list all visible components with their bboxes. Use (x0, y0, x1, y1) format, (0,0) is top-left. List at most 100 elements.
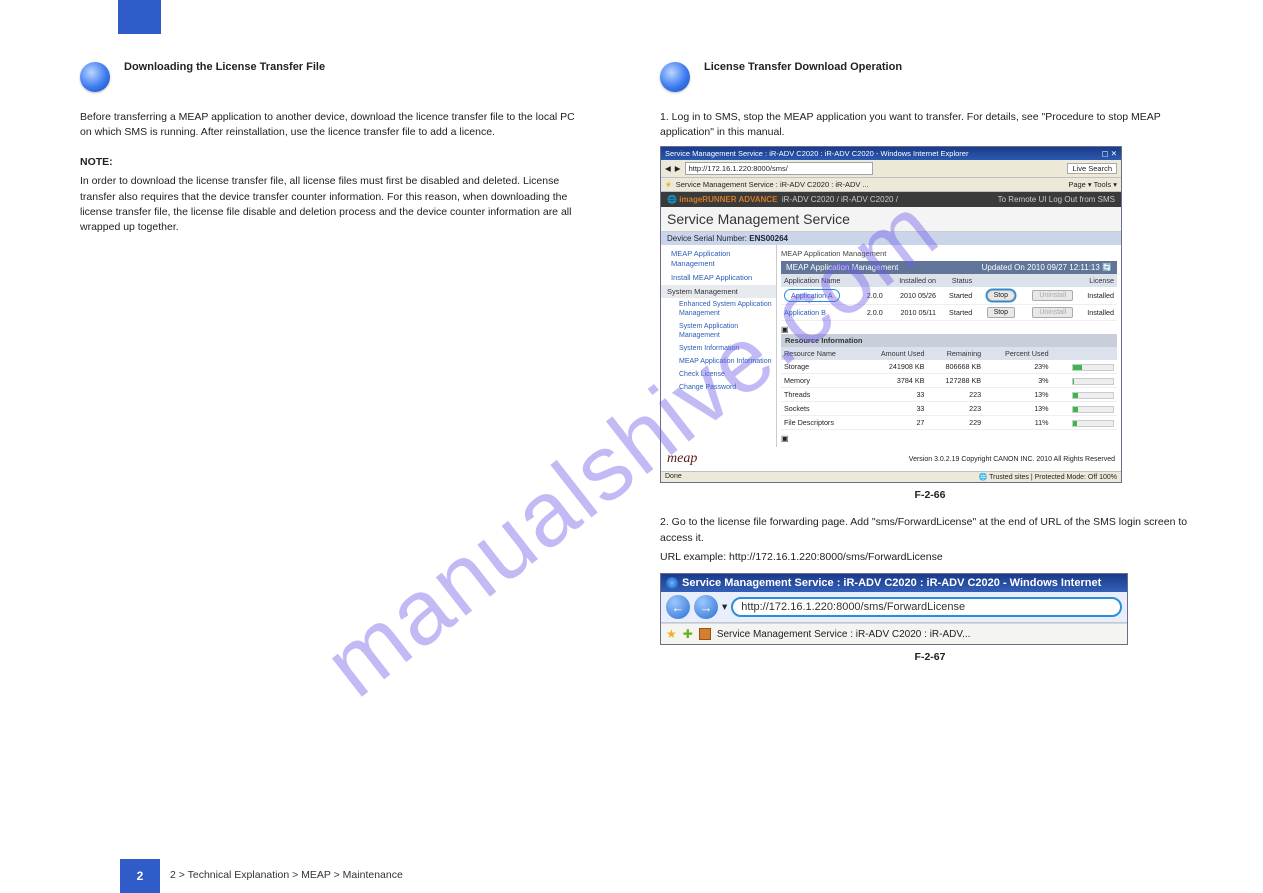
table-row: Application A 2.0.0 2010 05/26 Started S… (781, 287, 1117, 305)
sidebar-item-enhanced[interactable]: Enhanced System Application Management (661, 298, 776, 320)
sidebar-heading-sysmgmt: System Management (661, 285, 776, 298)
sms-page-header: Service Management Service (661, 207, 1121, 232)
page-number-badge: 2 (120, 859, 160, 893)
sms-updated-on: Updated On 2010 09/27 12:11:13 🔄 (982, 263, 1112, 272)
res-name: File Descriptors (781, 416, 860, 430)
bullet-icon (660, 62, 690, 92)
app-license: Installed (1076, 305, 1117, 321)
sms-address-bar[interactable]: http://172.16.1.220:8000/sms/ (685, 162, 873, 175)
col-installed-on: Installed on (886, 274, 939, 287)
section-title-download: Downloading the License Transfer File (124, 60, 580, 75)
left-note-body: In order to download the license transfe… (80, 174, 580, 235)
res-pct: 3% (984, 374, 1052, 388)
table-row: Threads3322313% (781, 388, 1117, 402)
res-remain: 229 (927, 416, 984, 430)
col-status: Status (939, 274, 975, 287)
res-name: Memory (781, 374, 860, 388)
sms-sidebar: MEAP Application Management Install MEAP… (661, 245, 777, 447)
table-row: Application B 2.0.0 2010 05/11 Started S… (781, 305, 1117, 321)
uninstall-button: Uninstall (1032, 307, 1073, 318)
app-license: Installed (1076, 287, 1117, 305)
col-pct: Percent Used (984, 347, 1052, 360)
ie-toolbar-links[interactable]: Page ▾ Tools ▾ (1068, 180, 1117, 189)
app-link-a[interactable]: Application A (784, 289, 840, 302)
sms-tab[interactable]: Service Management Service : iR-ADV C202… (676, 180, 869, 189)
figure-label-1: F-2-66 (915, 489, 946, 501)
res-remain: 223 (927, 402, 984, 416)
app-ver: 2.0.0 (858, 287, 885, 305)
device-label: iR-ADV C2020 / iR-ADV C2020 / (782, 195, 898, 204)
add-favorite-icon[interactable]: ✚ (683, 627, 693, 641)
sidebar-item-sysapp[interactable]: System Application Management (661, 320, 776, 342)
right-step-2: 2. Go to the license file forwarding pag… (660, 515, 1200, 545)
sidebar-item-changepw[interactable]: Change Password (661, 381, 776, 394)
res-used: 33 (860, 402, 928, 416)
res-remain: 127288 KB (927, 374, 984, 388)
search-box[interactable]: Live Search (1067, 163, 1117, 174)
res-name: Sockets (781, 402, 860, 416)
res-pct: 13% (984, 402, 1052, 416)
bullet-icon (80, 62, 110, 92)
col-used: Amount Used (860, 347, 928, 360)
serial-number: ENS00264 (749, 234, 788, 243)
stop-button[interactable]: Stop (987, 290, 1015, 301)
table-row: File Descriptors2722911% (781, 416, 1117, 430)
app-link-b[interactable]: Application B (784, 308, 826, 317)
browser-screenshot: Service Management Service : iR-ADV C202… (660, 573, 1128, 645)
browser-tab-label[interactable]: Service Management Service : iR-ADV C202… (717, 629, 971, 640)
stop-button[interactable]: Stop (987, 307, 1015, 318)
footer-breadcrumb: 2 > Technical Explanation > MEAP > Maint… (170, 869, 403, 881)
app-status: Started (939, 287, 975, 305)
window-controls[interactable]: ▢ ✕ (1102, 149, 1117, 158)
res-remain: 223 (927, 388, 984, 402)
left-paragraph-1: Before transferring a MEAP application t… (80, 110, 580, 140)
nav-back-icon[interactable]: ◀ (665, 164, 671, 173)
note-heading: NOTE: (80, 156, 580, 168)
sms-breadcrumb: MEAP Application Management (781, 249, 1117, 258)
table-row: Memory3784 KB127288 KB3% (781, 374, 1117, 388)
section-title-operation: License Transfer Download Operation (704, 60, 1200, 75)
uninstall-button: Uninstall (1032, 290, 1073, 301)
nav-forward-button[interactable]: → (694, 595, 718, 619)
nav-forward-icon[interactable]: ▶ (675, 164, 681, 173)
sms-screenshot: Service Management Service : iR-ADV C202… (660, 146, 1122, 483)
col-license: License (1076, 274, 1117, 287)
col-remain: Remaining (927, 347, 984, 360)
favorites-star-icon[interactable]: ★ (666, 627, 677, 641)
col-resource: Resource Name (781, 347, 860, 360)
status-zone: 🌐 Trusted sites | Protected Mode: Off 10… (979, 473, 1117, 481)
table-row: Sockets3322313% (781, 402, 1117, 416)
res-name: Threads (781, 388, 860, 402)
res-used: 27 (860, 416, 928, 430)
sms-window-titlebar: Service Management Service : iR-ADV C202… (661, 147, 1121, 160)
sidebar-item-checklicense[interactable]: Check License (661, 368, 776, 381)
sidebar-item-meapinfo[interactable]: MEAP Application Information (661, 355, 776, 368)
sidebar-item-sysinfo[interactable]: System Information (661, 342, 776, 355)
res-used: 3784 KB (860, 374, 928, 388)
meap-logo: meap (667, 451, 697, 467)
right-step-1: 1. Log in to SMS, stop the MEAP applicat… (660, 110, 1200, 140)
table-row: Storage241908 KB806668 KB23% (781, 360, 1117, 374)
status-done: Done (665, 473, 682, 481)
res-name: Storage (781, 360, 860, 374)
app-installed: 2010 05/26 (886, 287, 939, 305)
sidebar-item-meap-mgmt[interactable]: MEAP Application Management (661, 247, 776, 271)
nav-back-button[interactable]: ← (666, 595, 690, 619)
brand-label: imageRUNNER ADVANCE (679, 195, 777, 204)
resource-table: Resource Name Amount Used Remaining Perc… (781, 347, 1117, 430)
app-table: Application Name Installed on Status Lic… (781, 274, 1117, 321)
res-pct: 13% (984, 388, 1052, 402)
favorites-star-icon[interactable]: ★ (665, 180, 672, 189)
res-used: 241908 KB (860, 360, 928, 374)
browser-window-title: Service Management Service : iR-ADV C202… (682, 577, 1101, 589)
address-bar[interactable]: http://172.16.1.220:8000/sms/ForwardLice… (731, 597, 1122, 617)
dropdown-icon[interactable]: ▾ (722, 601, 727, 613)
sidebar-item-install[interactable]: Install MEAP Application (661, 271, 776, 285)
serial-label: Device Serial Number: (667, 234, 747, 243)
url-example: URL example: http://172.16.1.220:8000/sm… (660, 550, 1200, 565)
remote-ui-links[interactable]: To Remote UI Log Out from SMS (998, 195, 1115, 204)
ie-icon (666, 577, 678, 589)
res-pct: 11% (984, 416, 1052, 430)
col-app-name: Application Name (781, 274, 858, 287)
sms-window-title: Service Management Service : iR-ADV C202… (665, 149, 968, 158)
